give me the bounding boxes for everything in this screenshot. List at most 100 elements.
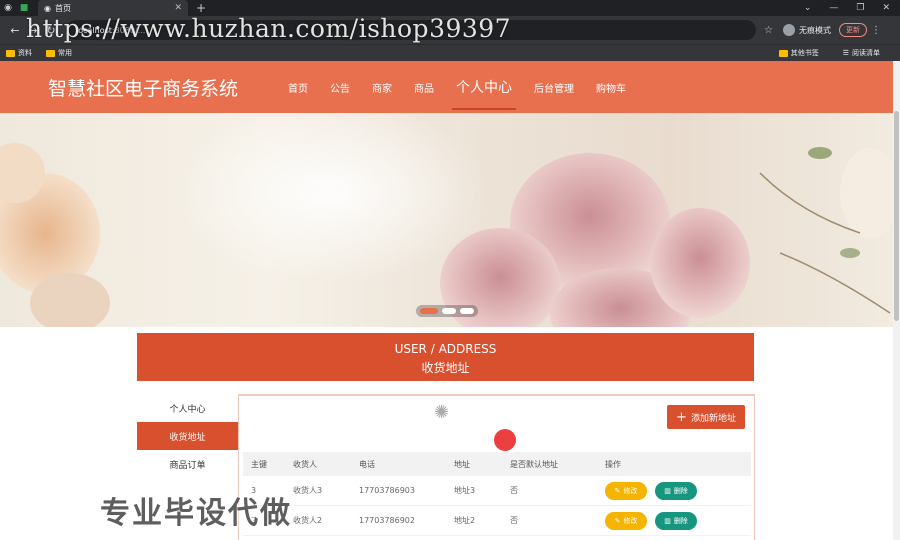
- tab-title: 首页: [54, 3, 71, 13]
- bookmark-folder[interactable]: 资料: [6, 48, 32, 58]
- table-row: 2 收货人2 17703786902 地址2 否 ✎ 修改 ▥ 删除: [243, 506, 751, 536]
- sidebar-item-user-center[interactable]: 个人中心: [137, 394, 238, 422]
- col-actions: 操作: [605, 459, 621, 469]
- bookmark-label: 阅读清单: [852, 49, 880, 57]
- reading-list-icon: ☰: [842, 49, 849, 57]
- edit-button[interactable]: ✎ 修改: [605, 481, 647, 500]
- table-header: 主键 收货人 电话 地址 是否默认地址 操作: [243, 452, 751, 476]
- col-phone: 电话: [359, 459, 375, 469]
- bookmark-label: 其他书签: [790, 49, 819, 57]
- nav-merchant[interactable]: 商家: [372, 61, 392, 113]
- add-address-button[interactable]: + 添加新地址: [667, 405, 745, 429]
- app-icon[interactable]: ■: [16, 0, 32, 16]
- new-tab-icon[interactable]: +: [196, 1, 206, 15]
- plus-icon: +: [676, 409, 687, 425]
- pencil-icon: ✎: [614, 486, 621, 495]
- web-page: 智慧社区电子商务系统 首页 公告 商家 商品 个人中心 后台管理 购物车 USE…: [0, 61, 893, 540]
- scrollbar-thumb[interactable]: [894, 111, 899, 321]
- flower-banner-image: [0, 113, 893, 327]
- chevron-down-icon[interactable]: ⌄: [804, 3, 812, 13]
- globe-icon: ◉: [44, 3, 51, 13]
- col-name: 收货人: [293, 459, 317, 469]
- cell-address: 地址3: [454, 486, 476, 495]
- folder-icon: [778, 49, 788, 57]
- delete-button[interactable]: ▥ 删除: [655, 481, 697, 500]
- url-path: :8080/...: [111, 25, 146, 35]
- overlay-watermark: 专业毕设代做: [100, 496, 292, 531]
- nav-admin[interactable]: 后台管理: [534, 61, 574, 113]
- browser-tab-strip: ◉ ■ ◉ 首页 ✕ + ⌄ — ❐ ✕: [0, 0, 900, 16]
- reading-list[interactable]: ☰ 阅读清单: [843, 48, 880, 58]
- restore-icon[interactable]: ❐: [856, 3, 864, 13]
- nav-goods[interactable]: 商品: [414, 61, 434, 113]
- trash-icon: ▥: [664, 486, 671, 495]
- bookmark-folder[interactable]: 常用: [46, 48, 72, 58]
- address-panel: ✺ + 添加新地址 主键 收货人 电话 地址 是否默认地址 操作 3 收货人3 …: [238, 394, 755, 540]
- carousel-dot[interactable]: [420, 308, 438, 314]
- cell-address: 地址2: [454, 516, 476, 525]
- delete-label: 删除: [673, 486, 688, 495]
- bookmarks-bar: 资料 常用 其他书签 ☰ 阅读清单: [0, 44, 900, 61]
- add-address-label: 添加新地址: [690, 413, 736, 424]
- section-title-cn: 收货地址: [421, 361, 470, 375]
- close-icon[interactable]: ✕: [174, 3, 182, 13]
- url-host: localhost: [76, 25, 112, 35]
- update-button[interactable]: 更新: [838, 23, 867, 37]
- hero-carousel[interactable]: [0, 113, 893, 327]
- delete-label: 删除: [673, 516, 688, 525]
- pencil-icon: ✎: [614, 516, 621, 525]
- address-bar[interactable]: localhost :8080/...: [66, 20, 756, 40]
- incognito-profile[interactable]: 无痕模式: [782, 24, 831, 36]
- bookmark-label: 资料: [18, 49, 32, 57]
- other-bookmarks[interactable]: 其他书签: [778, 48, 819, 58]
- carousel-dot[interactable]: [460, 308, 474, 314]
- minimize-icon[interactable]: —: [829, 3, 838, 13]
- browser-toolbar: ← → ↻ localhost :8080/... ☆ 无痕模式 更新 ⋮: [0, 16, 900, 44]
- site-header: 智慧社区电子商务系统 首页 公告 商家 商品 个人中心 后台管理 购物车: [0, 61, 893, 113]
- col-default: 是否默认地址: [510, 459, 558, 469]
- folder-icon: [6, 49, 15, 57]
- profile-label: 无痕模式: [798, 25, 831, 35]
- section-title-en: USER / ADDRESS: [394, 342, 497, 356]
- cell-phone: 17703786902: [359, 516, 415, 525]
- edit-label: 修改: [623, 516, 638, 525]
- cell-name: 收货人2: [293, 516, 323, 525]
- browser-tab[interactable]: ◉ 首页 ✕: [38, 0, 188, 16]
- col-address: 地址: [454, 459, 470, 469]
- kebab-menu-icon[interactable]: ⋮: [871, 25, 881, 36]
- close-window-icon[interactable]: ✕: [882, 3, 890, 13]
- nav-user-center[interactable]: 个人中心: [452, 61, 516, 113]
- star-icon[interactable]: ☆: [764, 25, 773, 36]
- main-nav: 首页 公告 商家 商品 个人中心 后台管理 购物车: [288, 61, 648, 113]
- page-scrollbar[interactable]: [893, 61, 900, 540]
- sidebar-item-orders[interactable]: 商品订单: [137, 450, 238, 478]
- site-logo: 智慧社区电子商务系统: [48, 77, 239, 100]
- edit-label: 修改: [623, 486, 638, 495]
- edit-button[interactable]: ✎ 修改: [605, 511, 647, 530]
- incognito-icon: [782, 24, 795, 36]
- cell-default: 否: [510, 516, 518, 525]
- folder-icon: [46, 49, 55, 57]
- table-row: 3 收货人3 17703786903 地址3 否 ✎ 修改 ▥ 删除: [243, 476, 751, 506]
- forward-icon[interactable]: →: [24, 24, 42, 37]
- mouse-cursor-highlight: [494, 429, 516, 451]
- bookmark-label: 常用: [58, 49, 72, 57]
- back-icon[interactable]: ←: [6, 24, 24, 37]
- user-sidebar: 个人中心 收货地址 商品订单: [137, 394, 238, 478]
- reload-icon[interactable]: ↻: [42, 24, 60, 37]
- sidebar-item-address[interactable]: 收货地址: [137, 422, 238, 450]
- nav-cart[interactable]: 购物车: [596, 61, 626, 113]
- loading-spinner-icon: ✺: [434, 402, 450, 423]
- cell-name: 收货人3: [293, 486, 323, 495]
- nav-home[interactable]: 首页: [288, 61, 308, 113]
- section-title: USER / ADDRESS 收货地址: [137, 333, 754, 381]
- globe-icon[interactable]: ◉: [0, 0, 16, 16]
- carousel-dot[interactable]: [442, 308, 456, 314]
- carousel-indicators: [416, 305, 478, 317]
- col-id: 主键: [251, 459, 267, 469]
- nav-notice[interactable]: 公告: [330, 61, 350, 113]
- delete-button[interactable]: ▥ 删除: [655, 511, 697, 530]
- address-table: 主键 收货人 电话 地址 是否默认地址 操作 3 收货人3 1770378690…: [243, 452, 751, 536]
- trash-icon: ▥: [664, 516, 671, 525]
- cell-default: 否: [510, 486, 518, 495]
